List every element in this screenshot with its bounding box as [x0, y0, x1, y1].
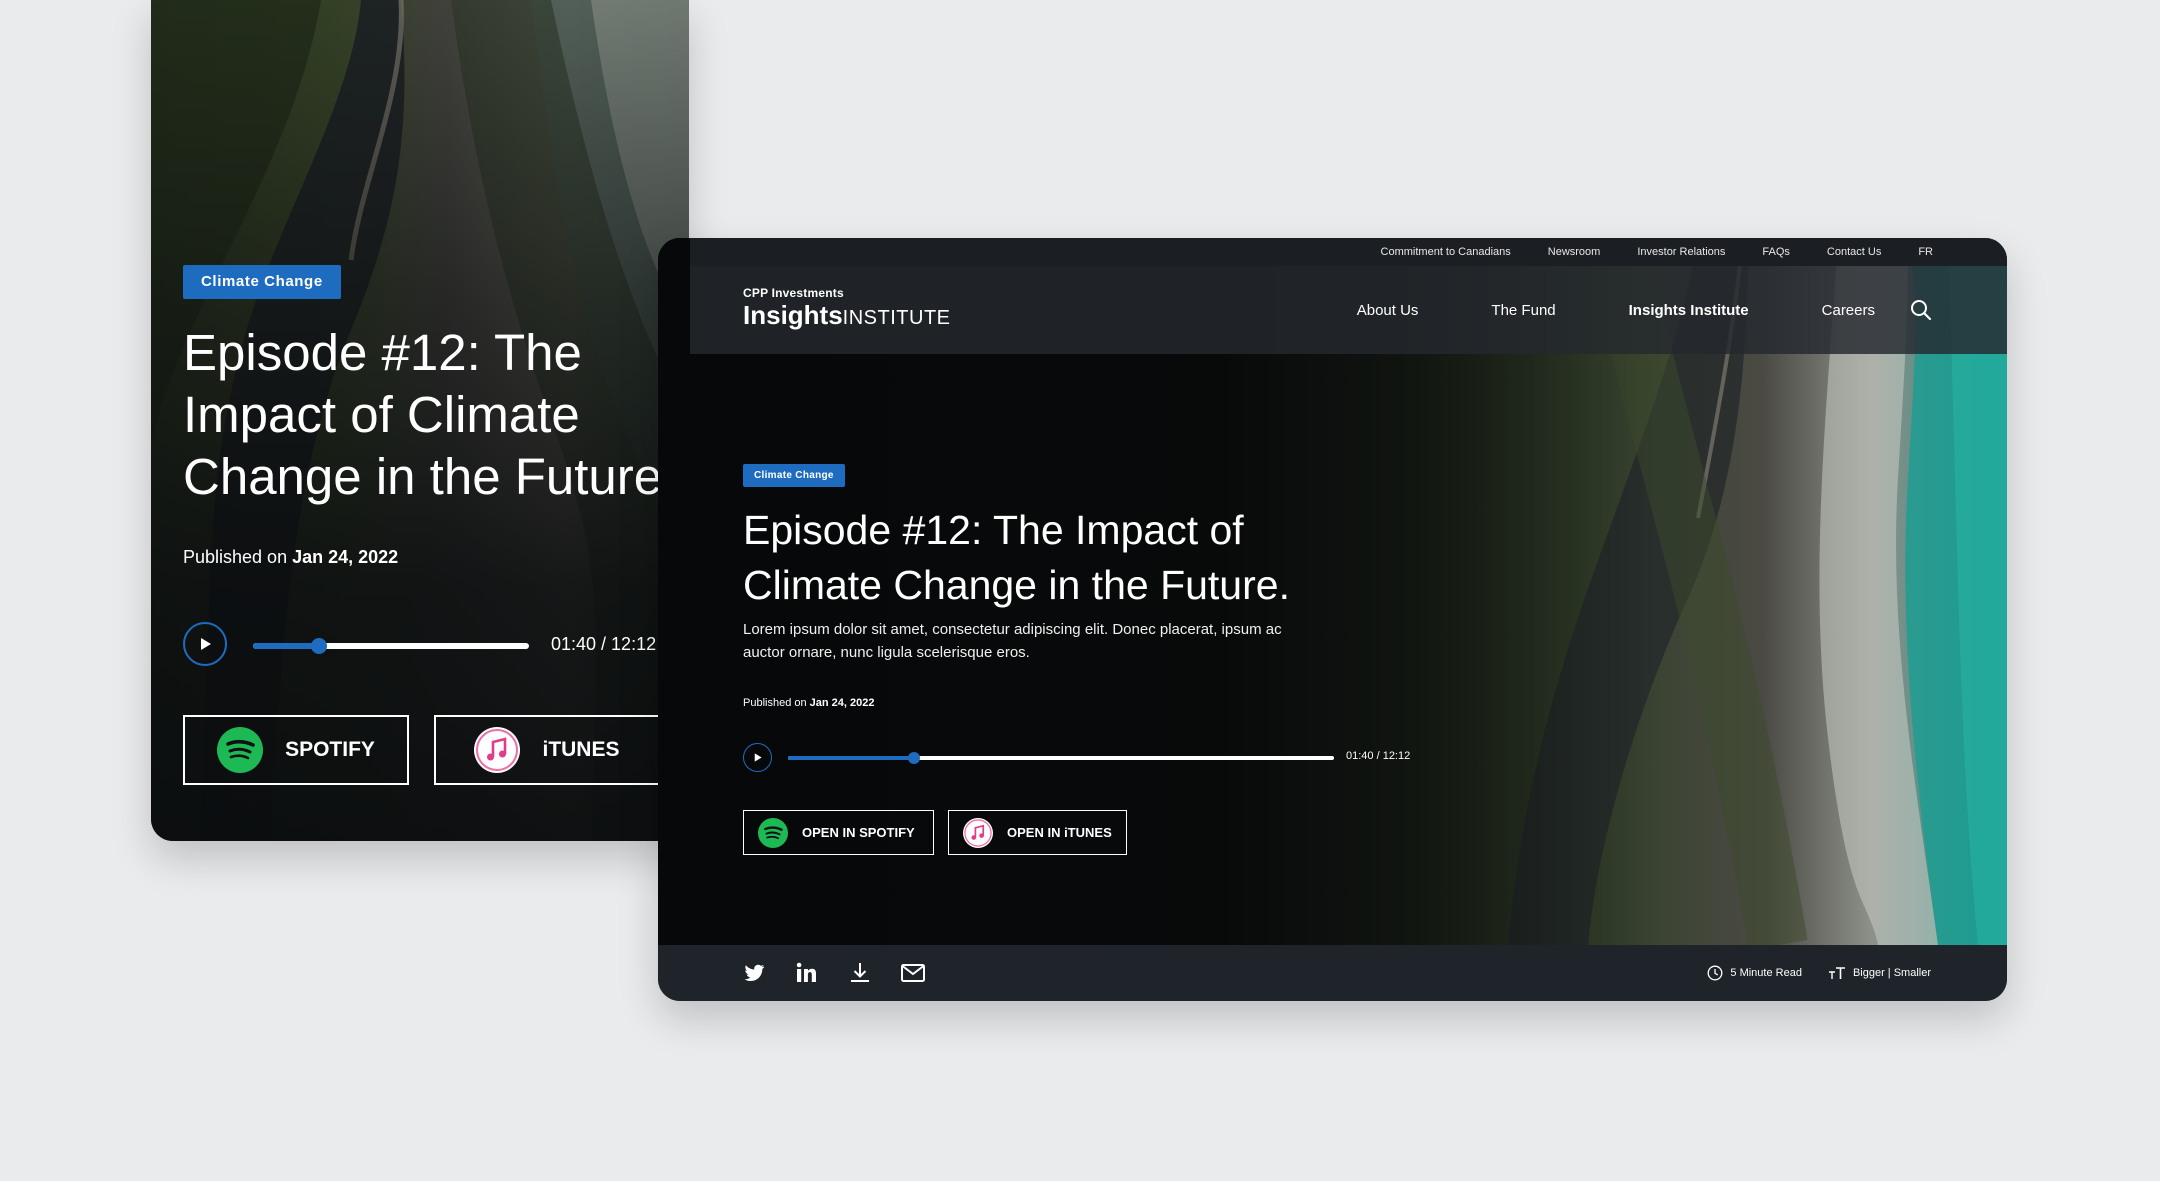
text-size-control[interactable]: Bigger | Smaller: [1828, 966, 1931, 980]
language-toggle[interactable]: FR: [1918, 246, 1933, 258]
published-prefix: Published on: [183, 547, 288, 567]
play-button[interactable]: [183, 622, 227, 666]
logo-insights: Insights: [743, 300, 843, 330]
nav-item-careers[interactable]: Careers: [1822, 302, 1875, 319]
published-prefix: Published on: [743, 697, 807, 709]
episode-description: Lorem ipsum dolor sit amet, consectetur …: [743, 621, 1282, 661]
open-in-itunes-button[interactable]: OPEN IN iTUNES: [948, 810, 1127, 855]
spotify-label: SPOTIFY: [285, 738, 375, 761]
category-badge[interactable]: Climate Change: [183, 265, 341, 299]
nav-item-insights-institute[interactable]: Insights Institute: [1629, 302, 1749, 319]
spotify-button[interactable]: SPOTIFY: [183, 715, 409, 785]
twitter-icon[interactable]: [741, 960, 767, 986]
search-icon[interactable]: [1909, 298, 1933, 322]
audio-player: 01:40 / 12:12: [183, 622, 663, 670]
playback-time: 01:40 / 12:12: [1346, 750, 1411, 762]
read-time-label: 5 Minute Read: [1730, 967, 1802, 979]
published-date: Published on Jan 24, 2022: [743, 697, 875, 709]
progress-handle[interactable]: [907, 752, 920, 764]
site-logo[interactable]: CPP Investments InsightsINSTITUTE: [743, 286, 951, 332]
category-badge[interactable]: Climate Change: [743, 464, 845, 487]
progress-fill: [788, 756, 914, 760]
itunes-button[interactable]: iTUNES: [434, 715, 660, 785]
mobile-episode-card: Climate Change Episode #12: The Impact o…: [151, 0, 689, 841]
logo-wordmark: InsightsINSTITUTE: [743, 301, 951, 332]
spotify-label: OPEN IN SPOTIFY: [802, 825, 915, 840]
play-icon: [201, 638, 211, 650]
progress-slider[interactable]: [788, 752, 1334, 764]
published-date-value: Jan 24, 2022: [292, 547, 399, 567]
utility-link-commitment[interactable]: Commitment to Canadians: [1381, 246, 1511, 258]
utility-nav: Commitment to Canadians Newsroom Investo…: [690, 238, 2007, 266]
utility-link-contact[interactable]: Contact Us: [1827, 246, 1881, 258]
email-icon[interactable]: [900, 960, 926, 986]
text-size-label[interactable]: Bigger | Smaller: [1853, 967, 1931, 979]
itunes-label: OPEN IN iTUNES: [1007, 825, 1112, 840]
desktop-browser-window: Climate Change Episode #12: The Impact o…: [658, 238, 2007, 1001]
itunes-label: iTUNES: [542, 738, 620, 761]
spotify-icon: [217, 727, 264, 773]
itunes-icon: [474, 727, 521, 773]
logo-institute: INSTITUTE: [842, 307, 951, 329]
linkedin-icon[interactable]: [794, 960, 820, 986]
published-date-value: Jan 24, 2022: [809, 697, 875, 709]
share-toolbar: 5 Minute Read Bigger | Smaller: [658, 945, 2007, 1001]
playback-time: 01:40 / 12:12: [551, 634, 657, 654]
text-size-icon: [1828, 967, 1845, 979]
utility-link-newsroom[interactable]: Newsroom: [1548, 246, 1601, 258]
clock-icon: [1707, 965, 1723, 981]
progress-slider[interactable]: [253, 638, 529, 654]
episode-title: Episode #12: The Impact of Climate Chang…: [743, 507, 1290, 608]
progress-handle[interactable]: [311, 638, 328, 654]
utility-link-investor-relations[interactable]: Investor Relations: [1637, 246, 1725, 258]
audio-player: 01:40 / 12:12: [743, 743, 1443, 773]
itunes-icon: [963, 817, 993, 848]
read-time: 5 Minute Read: [1707, 965, 1802, 981]
nav-item-the-fund[interactable]: The Fund: [1491, 302, 1555, 319]
download-icon[interactable]: [847, 960, 873, 986]
main-nav: CPP Investments InsightsINSTITUTE About …: [690, 266, 2007, 354]
primary-nav-items: About Us The Fund Insights Institute Car…: [1357, 266, 1875, 354]
share-icons: [741, 960, 926, 986]
logo-company: CPP Investments: [743, 286, 844, 300]
utility-link-faqs[interactable]: FAQs: [1762, 246, 1790, 258]
nav-item-about-us[interactable]: About Us: [1357, 302, 1419, 319]
open-in-spotify-button[interactable]: OPEN IN SPOTIFY: [743, 810, 934, 855]
spotify-icon: [758, 817, 788, 848]
play-button[interactable]: [743, 743, 772, 772]
article-tools: 5 Minute Read Bigger | Smaller: [1707, 965, 1931, 981]
progress-fill: [253, 643, 320, 649]
episode-title: Episode #12: The Impact of Climate Chang…: [183, 324, 677, 505]
published-date: Published on Jan 24, 2022: [183, 547, 398, 568]
play-icon: [754, 753, 762, 762]
